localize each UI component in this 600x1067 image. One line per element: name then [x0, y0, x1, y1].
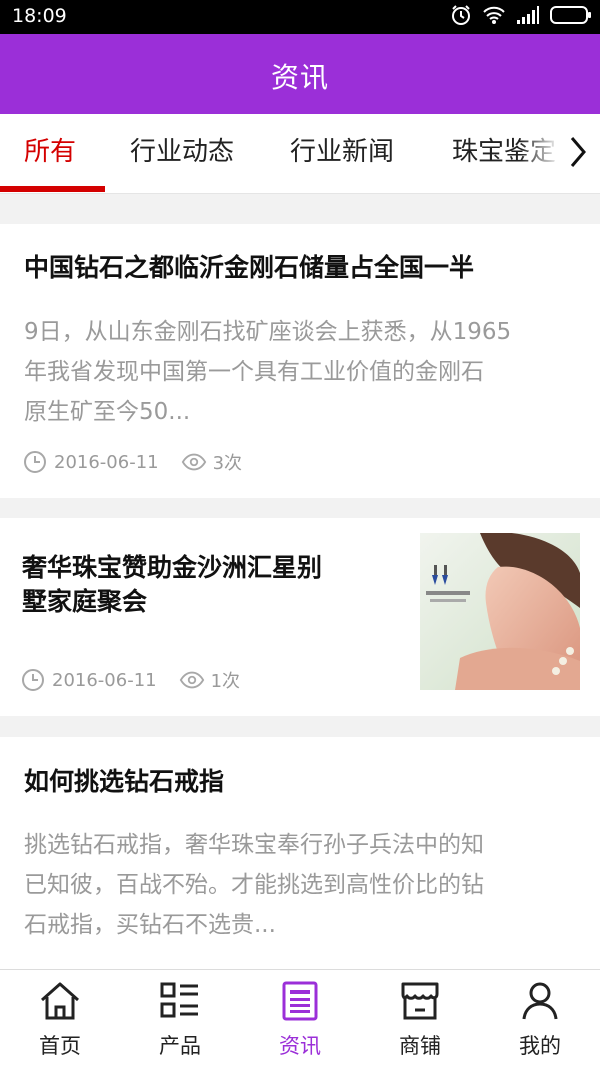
article-date: 2016-06-11	[52, 669, 157, 691]
nav-label: 我的	[519, 1034, 561, 1058]
user-icon	[522, 982, 558, 1020]
app-header: 资讯	[0, 34, 600, 114]
article-card[interactable]: 奢华珠宝赞助金沙洲汇星别 墅家庭聚会 2016-06-11 1次	[0, 518, 600, 716]
summary-line: 石戒指，买钻石不选贵...	[24, 912, 276, 938]
active-tab-indicator	[0, 186, 105, 192]
clock-icon	[20, 667, 46, 693]
tab-scroll-next-button[interactable]	[556, 114, 600, 193]
page-title: 资讯	[270, 61, 329, 94]
status-icons	[450, 4, 592, 30]
battery-icon	[550, 6, 592, 28]
nav-me[interactable]: 我的	[480, 970, 600, 1067]
news-icon	[282, 981, 318, 1021]
tab-industry-news[interactable]: 行业新闻	[290, 114, 394, 193]
nav-label: 产品	[159, 1034, 201, 1058]
nav-label: 商铺	[399, 1034, 441, 1058]
signal-icon	[516, 5, 540, 29]
nav-label: 首页	[39, 1034, 81, 1058]
nav-label: 资讯	[279, 1034, 321, 1058]
clock-icon	[22, 449, 48, 475]
store-icon	[401, 982, 439, 1020]
tab-fade	[520, 114, 560, 193]
article-title: 中国钻石之都临沂金刚石储量占全国一半	[24, 253, 475, 282]
wifi-icon	[482, 5, 506, 29]
summary-line: 原生矿至今50...	[24, 399, 191, 425]
article-card[interactable]: 如何挑选钻石戒指 挑选钻石戒指，奢华珠宝奉行孙子兵法中的知 已知彼，百战不殆。才…	[0, 737, 600, 969]
article-card[interactable]: 中国钻石之都临沂金刚石储量占全国一半 9日，从山东金刚石找矿座谈会上获悉，从19…	[0, 224, 600, 498]
nav-store[interactable]: 商铺	[360, 970, 480, 1067]
article-thumbnail[interactable]	[420, 533, 580, 690]
category-tabs: 所有 行业动态 行业新闻 珠宝鉴定	[0, 114, 600, 194]
alarm-icon	[450, 4, 472, 30]
article-summary: 9日，从山东金刚石找矿座谈会上获悉，从1965 年我省发现中国第一个具有工业价值…	[24, 312, 580, 432]
chevron-right-icon	[568, 135, 588, 173]
eye-icon	[179, 667, 205, 693]
tab-industry-dynamics[interactable]: 行业动态	[130, 114, 234, 193]
nav-news[interactable]: 资讯	[240, 970, 360, 1067]
home-icon	[41, 982, 79, 1020]
view-count: 3次	[212, 453, 243, 474]
title-line: 奢华珠宝赞助金沙洲汇星别	[22, 553, 323, 582]
summary-line: 已知彼，百战不殆。才能挑选到高性价比的钻	[24, 872, 484, 898]
article-title: 如何挑选钻石戒指	[24, 767, 225, 796]
article-meta: 2016-06-11 1次	[20, 666, 240, 694]
grid-list-icon	[160, 982, 198, 1018]
bottom-nav: 首页 产品 资讯 商铺 我的	[0, 969, 600, 1067]
article-meta: 2016-06-11 3次	[22, 448, 242, 476]
status-bar: 18:09	[0, 0, 600, 34]
tab-all[interactable]: 所有	[24, 114, 76, 193]
eye-icon	[181, 449, 207, 475]
article-summary: 挑选钻石戒指，奢华珠宝奉行孙子兵法中的知 已知彼，百战不殆。才能挑选到高性价比的…	[24, 825, 580, 945]
article-date: 2016-06-11	[54, 451, 159, 473]
summary-line: 9日，从山东金刚石找矿座谈会上获悉，从1965	[24, 319, 512, 345]
nav-home[interactable]: 首页	[0, 970, 120, 1067]
status-time: 18:09	[12, 5, 67, 27]
title-line: 墅家庭聚会	[22, 587, 148, 616]
summary-line: 年我省发现中国第一个具有工业价值的金刚石	[24, 359, 484, 385]
view-count: 1次	[210, 671, 241, 692]
nav-products[interactable]: 产品	[120, 970, 240, 1067]
summary-line: 挑选钻石戒指，奢华珠宝奉行孙子兵法中的知	[24, 832, 484, 858]
article-title: 奢华珠宝赞助金沙洲汇星别 墅家庭聚会	[22, 551, 322, 619]
